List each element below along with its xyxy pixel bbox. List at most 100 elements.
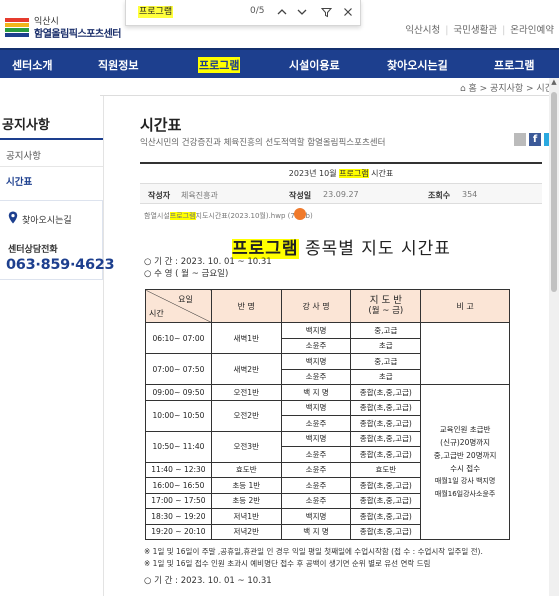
cell-teacher: 백지명 [280,508,352,525]
nav-directions[interactable]: 찾아오시는길 [387,57,448,73]
nav-program-2[interactable]: 프로그램 [494,57,534,73]
phone-number[interactable]: 063·859·4623 [6,257,115,273]
cell-time: 18:30 ~ 19:20 [145,508,212,525]
cell-time: 06:10~ 07:00 [145,322,212,354]
scroll-up-arrow-icon[interactable]: ▲ [549,78,559,88]
cell-teacher: 소윤주 [280,492,352,509]
cell-teacher: 소윤주 [280,461,352,478]
sidebar-item-timetable[interactable]: 시간표 [6,174,32,188]
cell-teacher: 백지명 [280,430,352,447]
views-value: 354 [462,190,478,199]
find-count: 0/5 [250,6,265,16]
nav-staff[interactable]: 직원정보 [98,57,138,73]
period-info: ○ 기 간 : 2023. 10. 01 ~ 10.31 [144,257,272,267]
print-icon[interactable] [514,133,526,146]
sidebar-item-notice[interactable]: 공지사항 [6,148,41,162]
cell-class: 새벽1반 [210,322,282,354]
vertical-scrollbar[interactable]: ▲ [549,78,559,596]
cell-teacher: 소윤주 [280,477,352,494]
location-pin-icon [8,211,18,224]
cell-class: 오전1반 [210,384,282,401]
search-preview-icon[interactable] [294,208,306,220]
link-online-reservation[interactable]: 온라인예약 [505,25,559,36]
cell-teacher: 소윤주 [280,337,352,354]
cell-teacher: 백지명 [280,322,352,339]
table-row: 09:00~ 09:50 오전1반 백 지 명 종합(초,중,고급) 교육인원 초급반(… [145,384,510,540]
filter-icon [320,7,332,17]
cell-class: 효도반 [210,461,282,478]
sidebar-contact-box: 찾아오시는길 센터상담전화 063·859·4623 [0,200,115,280]
attachment-highlight: 프로그램 [169,212,196,220]
sidebar-title-underline [0,138,103,140]
cell-note-empty [420,322,510,385]
page-description: 익산시민의 건강증진과 체육진흥의 선도적역할 함열올림픽스포츠센터 [140,138,386,148]
post-title: 2023년 10월 프로그램 시간표 [140,164,542,184]
cell-time: 16:00~ 16:50 [145,477,212,494]
cell-level: 효도반 [350,461,422,478]
sidebar-divider [0,166,103,167]
nav-program[interactable]: 프로그램 [198,57,241,73]
sidebar: 공지사항 공지사항 시간표 찾아오시는길 센터상담전화 063·859·4623 [0,96,115,596]
site-logo[interactable]: 익산시 함열올림픽스포츠센터 [5,12,125,42]
cell-level: 종합(초,중,고급) [350,477,422,494]
link-national-hall[interactable]: 국민생활관 [448,25,502,36]
footnote-1: ※ 1일 및 16일이 주말 ,공휴일,휴관일 인 경우 익일 평일 첫째일에 … [144,547,483,556]
cell-level: 중,고급 [350,353,422,370]
find-next-button[interactable] [294,4,310,20]
cell-time: 10:00~ 10:50 [145,399,212,432]
header-note: 비 고 [420,289,510,323]
header-level: 지 도 반 (월 ~ 금) [350,289,422,323]
top-links: 익산시청 | 국민생활관 | 온라인예약 [400,22,559,36]
note-line: (신규)20명까지 [440,438,491,447]
note-line: 수시 접수 [450,464,481,473]
cell-time: 10:50~ 11:40 [145,430,212,463]
page-title: 시간표 [140,116,182,134]
phone-label: 센터상담전화 [8,245,58,255]
breadcrumb: ⌂ 홈 > 공지사항 > 시간 [100,78,559,96]
header-class: 반 명 [210,289,282,323]
date-value: 23.09.27 [323,190,359,199]
header-level-2: (월 ~ 금) [368,306,404,316]
cell-class: 초등 1반 [210,477,282,494]
author-label: 작성자 [148,191,171,200]
cell-level: 종합(초,중,고급) [350,384,422,401]
find-prev-button[interactable] [274,4,290,20]
directions-link[interactable]: 찾아오시는길 [22,213,72,226]
cell-class: 저녁2반 [210,523,282,540]
note-line: 중,고급반 20명까지 [433,451,497,460]
cell-time: 07:00~ 07:50 [145,353,212,385]
find-filter-button[interactable] [318,4,334,20]
post-meta: 작성자 체육진흥과 작성일 23.09.27 조회수 354 [140,184,542,204]
cell-time: 19:20 ~ 20:10 [145,523,212,540]
post-title-pre: 2023년 10월 [288,169,340,178]
attachment-pre: 함열시설 [144,212,170,220]
find-close-button[interactable] [340,4,356,20]
find-input[interactable]: 프로그램 [138,6,174,18]
scroll-thumb[interactable] [551,92,557,292]
cell-level: 종합(초,중,고급) [350,492,422,509]
breadcrumb-text[interactable]: ⌂ 홈 > 공지사항 > 시간 [460,81,553,94]
period-info-2: ○ 기 간 : 2023. 10. 01 ~ 10.31 [144,576,272,586]
facebook-icon[interactable]: f [529,133,541,146]
logo-mark-icon [5,18,29,37]
page: 익산시 함열올림픽스포츠센터 익산시청 | 국민생활관 | 온라인예약 프로그램 0/5… [0,0,559,596]
nav-center-intro[interactable]: 센터소개 [12,57,52,73]
cell-note: 교육인원 초급반 (신규)20명까지 중,고급반 20명까지 수시 접수 매월1일 강사… [420,384,510,540]
attachment-link[interactable]: 함열시설프로그램지도시간표(2023.10월).hwp (72 kb) [144,211,313,221]
note-line: 매월1일 강사 백지명 [434,477,496,485]
table-row: 06:10~ 07:00 새벽1반 백지명 중,고급 [145,322,510,385]
main-nav: 센터소개 직원정보 프로그램 시설이용료 찾아오시는길 프로그램 [0,48,559,78]
cell-teacher: 백지명 [280,353,352,370]
chevron-down-icon [297,9,307,15]
note-line: 매월16일강사소윤주 [434,490,496,498]
header-time: 시간 [149,309,164,318]
cell-time: 09:00~ 09:50 [145,384,212,401]
cell-teacher: 백지명 [280,399,352,416]
cell-teacher: 백 지 명 [280,384,352,401]
link-iksan-city[interactable]: 익산시청 [400,25,445,36]
logo-center-name: 함열올림픽스포츠센터 [34,29,122,40]
find-bar: 프로그램 0/5 [125,0,361,26]
nav-fees[interactable]: 시설이용료 [289,57,340,73]
cell-level: 종합(초,중,고급) [350,508,422,525]
cell-level: 종합(초,중,고급) [350,446,422,463]
